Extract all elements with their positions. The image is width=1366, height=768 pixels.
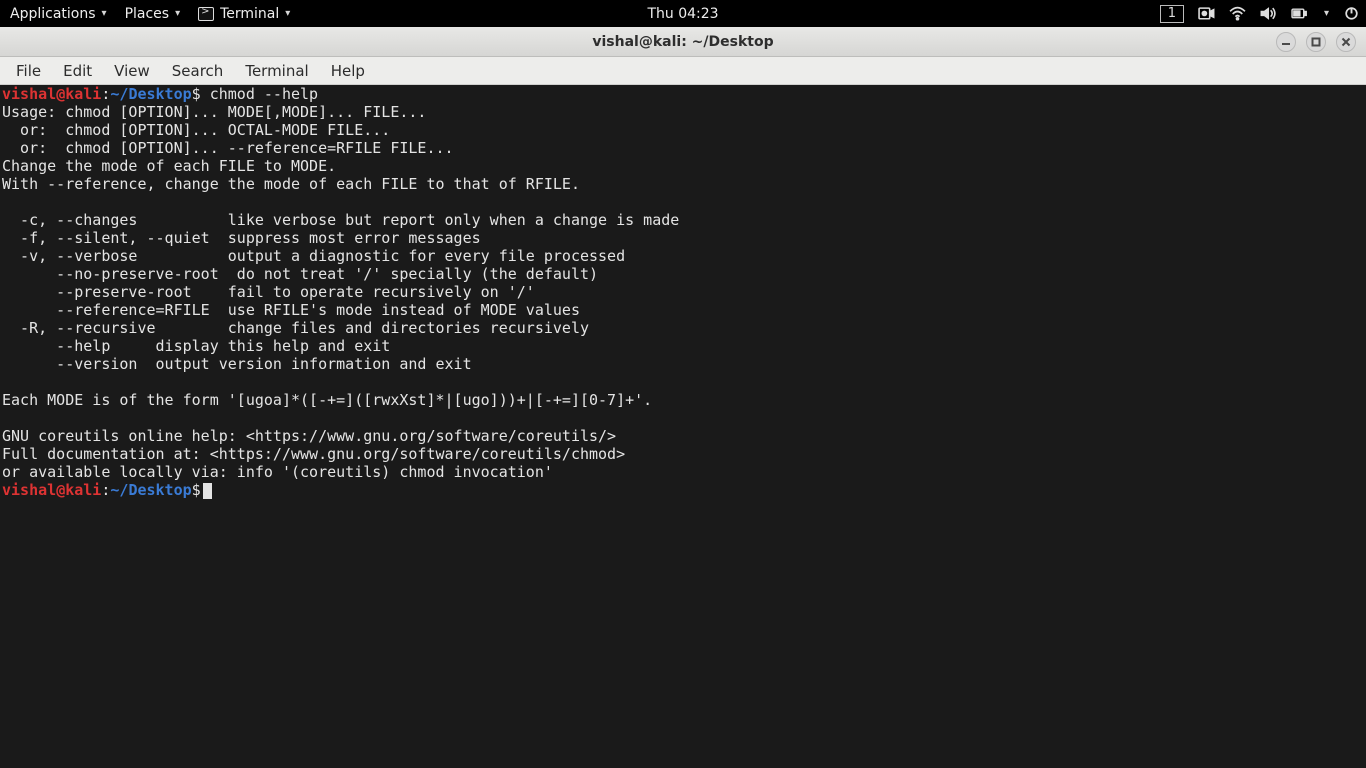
chevron-down-icon: ▾ (102, 8, 107, 19)
entered-command: chmod --help (201, 85, 318, 103)
command-output: Usage: chmod [OPTION]... MODE[,MODE]... … (2, 103, 679, 481)
window-controls (1276, 32, 1366, 52)
prompt-user: vishal (2, 85, 56, 103)
text-cursor (203, 483, 212, 499)
applications-menu[interactable]: Applications ▾ (6, 4, 111, 24)
places-menu[interactable]: Places ▾ (121, 4, 185, 24)
minimize-button[interactable] (1276, 32, 1296, 52)
prompt-at: @ (56, 85, 65, 103)
close-button[interactable] (1336, 32, 1356, 52)
chevron-down-icon: ▾ (175, 8, 180, 19)
prompt-line-2: vishal@kali:~/Desktop$ (2, 481, 201, 499)
menu-search[interactable]: Search (162, 59, 234, 83)
window-titlebar[interactable]: vishal@kali: ~/Desktop (0, 27, 1366, 57)
terminal-menubar: File Edit View Search Terminal Help (0, 57, 1366, 85)
menu-view[interactable]: View (104, 59, 160, 83)
window-title: vishal@kali: ~/Desktop (592, 34, 773, 50)
prompt-host: kali (65, 481, 101, 499)
maximize-button[interactable] (1306, 32, 1326, 52)
prompt-at: @ (56, 481, 65, 499)
places-label: Places (125, 6, 170, 22)
topbar-clock[interactable]: Thu 04:23 (647, 6, 718, 22)
menu-file[interactable]: File (6, 59, 51, 83)
prompt-dollar: $ (192, 481, 201, 499)
volume-icon[interactable] (1260, 6, 1277, 21)
menu-terminal[interactable]: Terminal (235, 59, 318, 83)
gnome-top-bar: Applications ▾ Places ▾ Terminal ▾ Thu 0… (0, 0, 1366, 27)
battery-icon[interactable] (1291, 6, 1308, 21)
active-app-menu[interactable]: Terminal ▾ (194, 4, 294, 24)
screencast-icon[interactable] (1198, 6, 1215, 21)
prompt-user: vishal (2, 481, 56, 499)
applications-label: Applications (10, 6, 96, 22)
menu-edit[interactable]: Edit (53, 59, 102, 83)
prompt-host: kali (65, 85, 101, 103)
power-icon[interactable] (1343, 6, 1360, 21)
prompt-dir: Desktop (128, 481, 191, 499)
topbar-right-group: 1 ▾ (1160, 5, 1360, 23)
chevron-down-icon: ▾ (285, 8, 290, 19)
wifi-icon[interactable] (1229, 6, 1246, 21)
clock-label: Thu 04:23 (647, 6, 718, 22)
chevron-down-icon[interactable]: ▾ (1324, 8, 1329, 19)
terminal-window: vishal@kali: ~/Desktop File Edit View Se… (0, 27, 1366, 768)
active-app-label: Terminal (220, 6, 279, 22)
workspace-indicator[interactable]: 1 (1160, 5, 1184, 23)
menu-help[interactable]: Help (321, 59, 375, 83)
terminal-icon (198, 7, 214, 21)
topbar-left-group: Applications ▾ Places ▾ Terminal ▾ (6, 4, 294, 24)
terminal-viewport[interactable]: vishal@kali:~/Desktop$ chmod --help Usag… (0, 85, 1366, 768)
prompt-line-1: vishal@kali:~/Desktop$ chmod --help (2, 85, 318, 103)
prompt-dollar: $ (192, 85, 201, 103)
prompt-dir: Desktop (128, 85, 191, 103)
